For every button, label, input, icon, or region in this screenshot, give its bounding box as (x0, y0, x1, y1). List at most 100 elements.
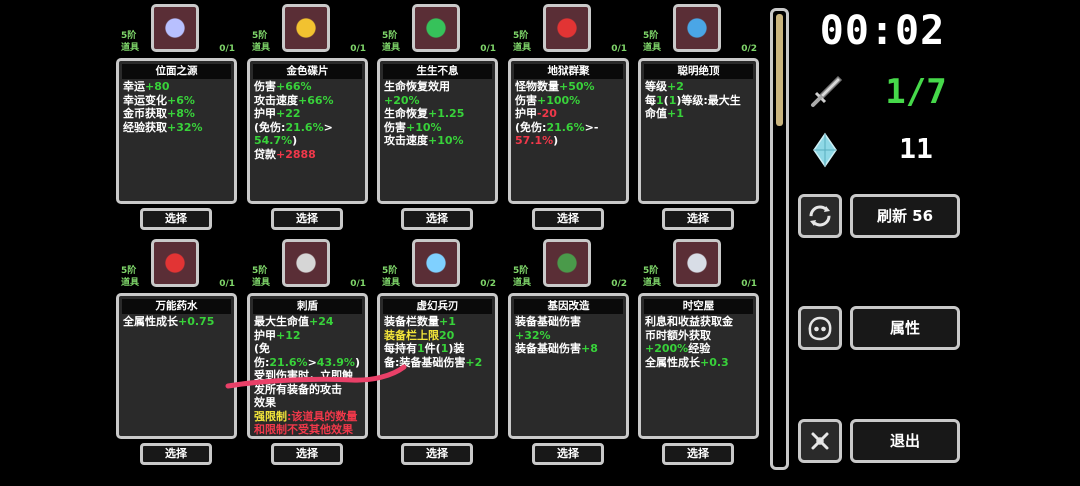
effect-line: 利息和收益获取金 (645, 315, 752, 329)
refresh-icon (809, 205, 831, 227)
select-button[interactable]: 选择 (140, 443, 212, 465)
potion-bottle-icon (158, 246, 192, 280)
scroll-thumb[interactable] (776, 14, 783, 126)
effect-text: 命值 (645, 107, 667, 120)
type-label: 道具 (643, 43, 662, 53)
type-label: 道具 (121, 43, 140, 53)
effect-text: 57.1% (515, 134, 554, 147)
select-button[interactable]: 选择 (662, 208, 734, 230)
effect-line: +20% (384, 94, 491, 108)
effect-text: >- (584, 120, 599, 134)
type-label: 道具 (382, 43, 401, 53)
effect-line: 54.7%) (254, 134, 361, 148)
item-tier: 5阶 道具 (121, 265, 139, 289)
effect-line: 护甲+12 (254, 329, 361, 343)
hell-crab-icon (550, 11, 584, 45)
item-description-panel: 刺盾 最大生命值+24 护甲+12 (免伤:21.6%>43.9%) 受到伤害时，立即触… (247, 293, 368, 439)
refresh-icon-button[interactable] (798, 194, 842, 238)
close-icon (811, 432, 829, 450)
attributes-button[interactable]: 属性 (850, 306, 960, 350)
effect-text: 利息和收益获取金 (645, 315, 733, 328)
effect-text: +24 (309, 315, 334, 328)
effect-line: 强限制:该道具的数量 (254, 410, 361, 424)
item-card: 5阶 道具 0/1 万能药水 全属性成长+0.75 选择 (116, 235, 237, 467)
type-label: 道具 (252, 278, 271, 288)
item-icon-frame (282, 4, 330, 52)
effect-text: +100% (537, 93, 581, 107)
tier-label: 5阶 (382, 266, 398, 276)
item-effects: 生命恢复效用 +20% 生命恢复+1.25 伤害+10% 攻击速度+10% (380, 79, 495, 149)
effect-text: +10% (406, 120, 442, 134)
effect-text: 生命恢复效用 (384, 80, 450, 93)
attributes-icon-button[interactable] (798, 306, 842, 350)
tier-label: 5阶 (252, 31, 268, 41)
effect-line: 备:装备基础伤害+2 (384, 356, 491, 370)
item-icon-frame (151, 4, 199, 52)
effect-text: +200% (645, 342, 689, 355)
item-description-panel: 生生不息 生命恢复效用 +20% 生命恢复+1.25 伤害+10% 攻击速度+10% (377, 58, 498, 204)
item-card: 5阶 道具 0/2 虚幻兵刃 装备栏数量+1 装备栏上限20 每持有1件(1)装 备:装备基础… (377, 235, 498, 467)
scrollbar[interactable] (770, 8, 789, 470)
effect-text: 备:装备基础伤害 (384, 355, 466, 369)
type-label: 道具 (121, 278, 140, 288)
item-card: 5阶 道具 0/1 地狱群聚 怪物数量+50% 伤害+100% 护甲-20 (免伤:21.6%… (508, 0, 629, 232)
select-button[interactable]: 选择 (662, 443, 734, 465)
effect-text: 和限制不受其他效果 (254, 423, 353, 436)
tier-label: 5阶 (121, 31, 137, 41)
effect-text: 21.6% (269, 355, 308, 369)
select-button[interactable]: 选择 (271, 443, 343, 465)
effect-text: 每持有 (384, 342, 417, 355)
select-button[interactable]: 选择 (401, 208, 473, 230)
effect-text: (免伤: (254, 342, 271, 369)
effect-line: 全属性成长+0.3 (645, 356, 752, 370)
item-tier: 5阶 道具 (513, 30, 531, 54)
select-button[interactable]: 选择 (532, 208, 604, 230)
effect-text: +6% (167, 93, 195, 107)
effect-text: +50% (559, 80, 595, 93)
select-button[interactable]: 选择 (140, 208, 212, 230)
effect-text: 护甲 (254, 107, 276, 120)
kill-count: 1/7 (885, 72, 947, 112)
effect-line: 影响 (254, 437, 361, 440)
item-description-panel: 基因改造 装备基础伤害 +32% 装备基础伤害+8 (508, 293, 629, 439)
exit-button[interactable]: 退出 (850, 419, 960, 463)
effect-text: 经验 (688, 342, 711, 355)
effect-text: 攻击速度 (254, 93, 298, 107)
item-card: 5阶 道具 0/1 时空屋 利息和收益获取金 币时额外获取 +200%经验 全属性成长+0.3… (638, 235, 759, 467)
effect-text: 1 (656, 93, 664, 107)
effect-line: 每持有1件(1)装 (384, 342, 491, 356)
item-description-panel: 聪明绝顶 等级+2 每1(1)等级:最大生 命值+1 (638, 58, 759, 204)
item-description-panel: 金色碟片 伤害+66% 攻击速度+66% 护甲+22 (免伤:21.6%> 54.7%) 贷… (247, 58, 368, 204)
owned-count: 0/1 (350, 279, 366, 289)
gem-counter: 11 (806, 130, 966, 170)
refresh-button[interactable]: 刷新 56 (850, 194, 960, 238)
effect-line: 每1(1)等级:最大生 (645, 94, 752, 108)
owned-count: 0/1 (741, 279, 757, 289)
item-title: 虚幻兵刃 (383, 299, 492, 314)
effect-line: 幸运变化+6% (123, 94, 230, 108)
phantom-blade-icon (419, 246, 453, 280)
dna-helix-icon (550, 246, 584, 280)
effect-line: 装备栏数量+1 (384, 315, 491, 329)
select-button[interactable]: 选择 (401, 443, 473, 465)
item-effects: 幸运+80 幸运变化+6% 金币获取+8% 经验获取+32% (119, 79, 234, 135)
item-title: 时空屋 (644, 299, 753, 314)
effect-line: 发所有装备的攻击 (254, 383, 361, 397)
effect-line: (免伤:21.6%> (254, 121, 361, 135)
owned-count: 0/2 (741, 44, 757, 54)
effect-line: 装备基础伤害+8 (515, 342, 622, 356)
effect-text: 21.6% (285, 120, 324, 134)
game-timer: 00:02 (819, 8, 946, 54)
effect-text: (免伤: (254, 120, 286, 134)
select-button[interactable]: 选择 (532, 443, 604, 465)
tier-label: 5阶 (643, 266, 659, 276)
exit-icon-button[interactable] (798, 419, 842, 463)
item-description-panel: 虚幻兵刃 装备栏数量+1 装备栏上限20 每持有1件(1)装 备:装备基础伤害+2 (377, 293, 498, 439)
item-card: 5阶 道具 0/1 金色碟片 伤害+66% 攻击速度+66% 护甲+22 (免伤:21.6%>… (247, 0, 368, 232)
effect-text: 生命恢复 (384, 107, 428, 120)
effect-text: 怪物数量 (515, 80, 559, 93)
select-button[interactable]: 选择 (271, 208, 343, 230)
effect-text: 强限制 (254, 409, 287, 423)
effect-text: 全属性成长 (123, 315, 178, 328)
effect-text: 最大生命值 (254, 315, 309, 328)
